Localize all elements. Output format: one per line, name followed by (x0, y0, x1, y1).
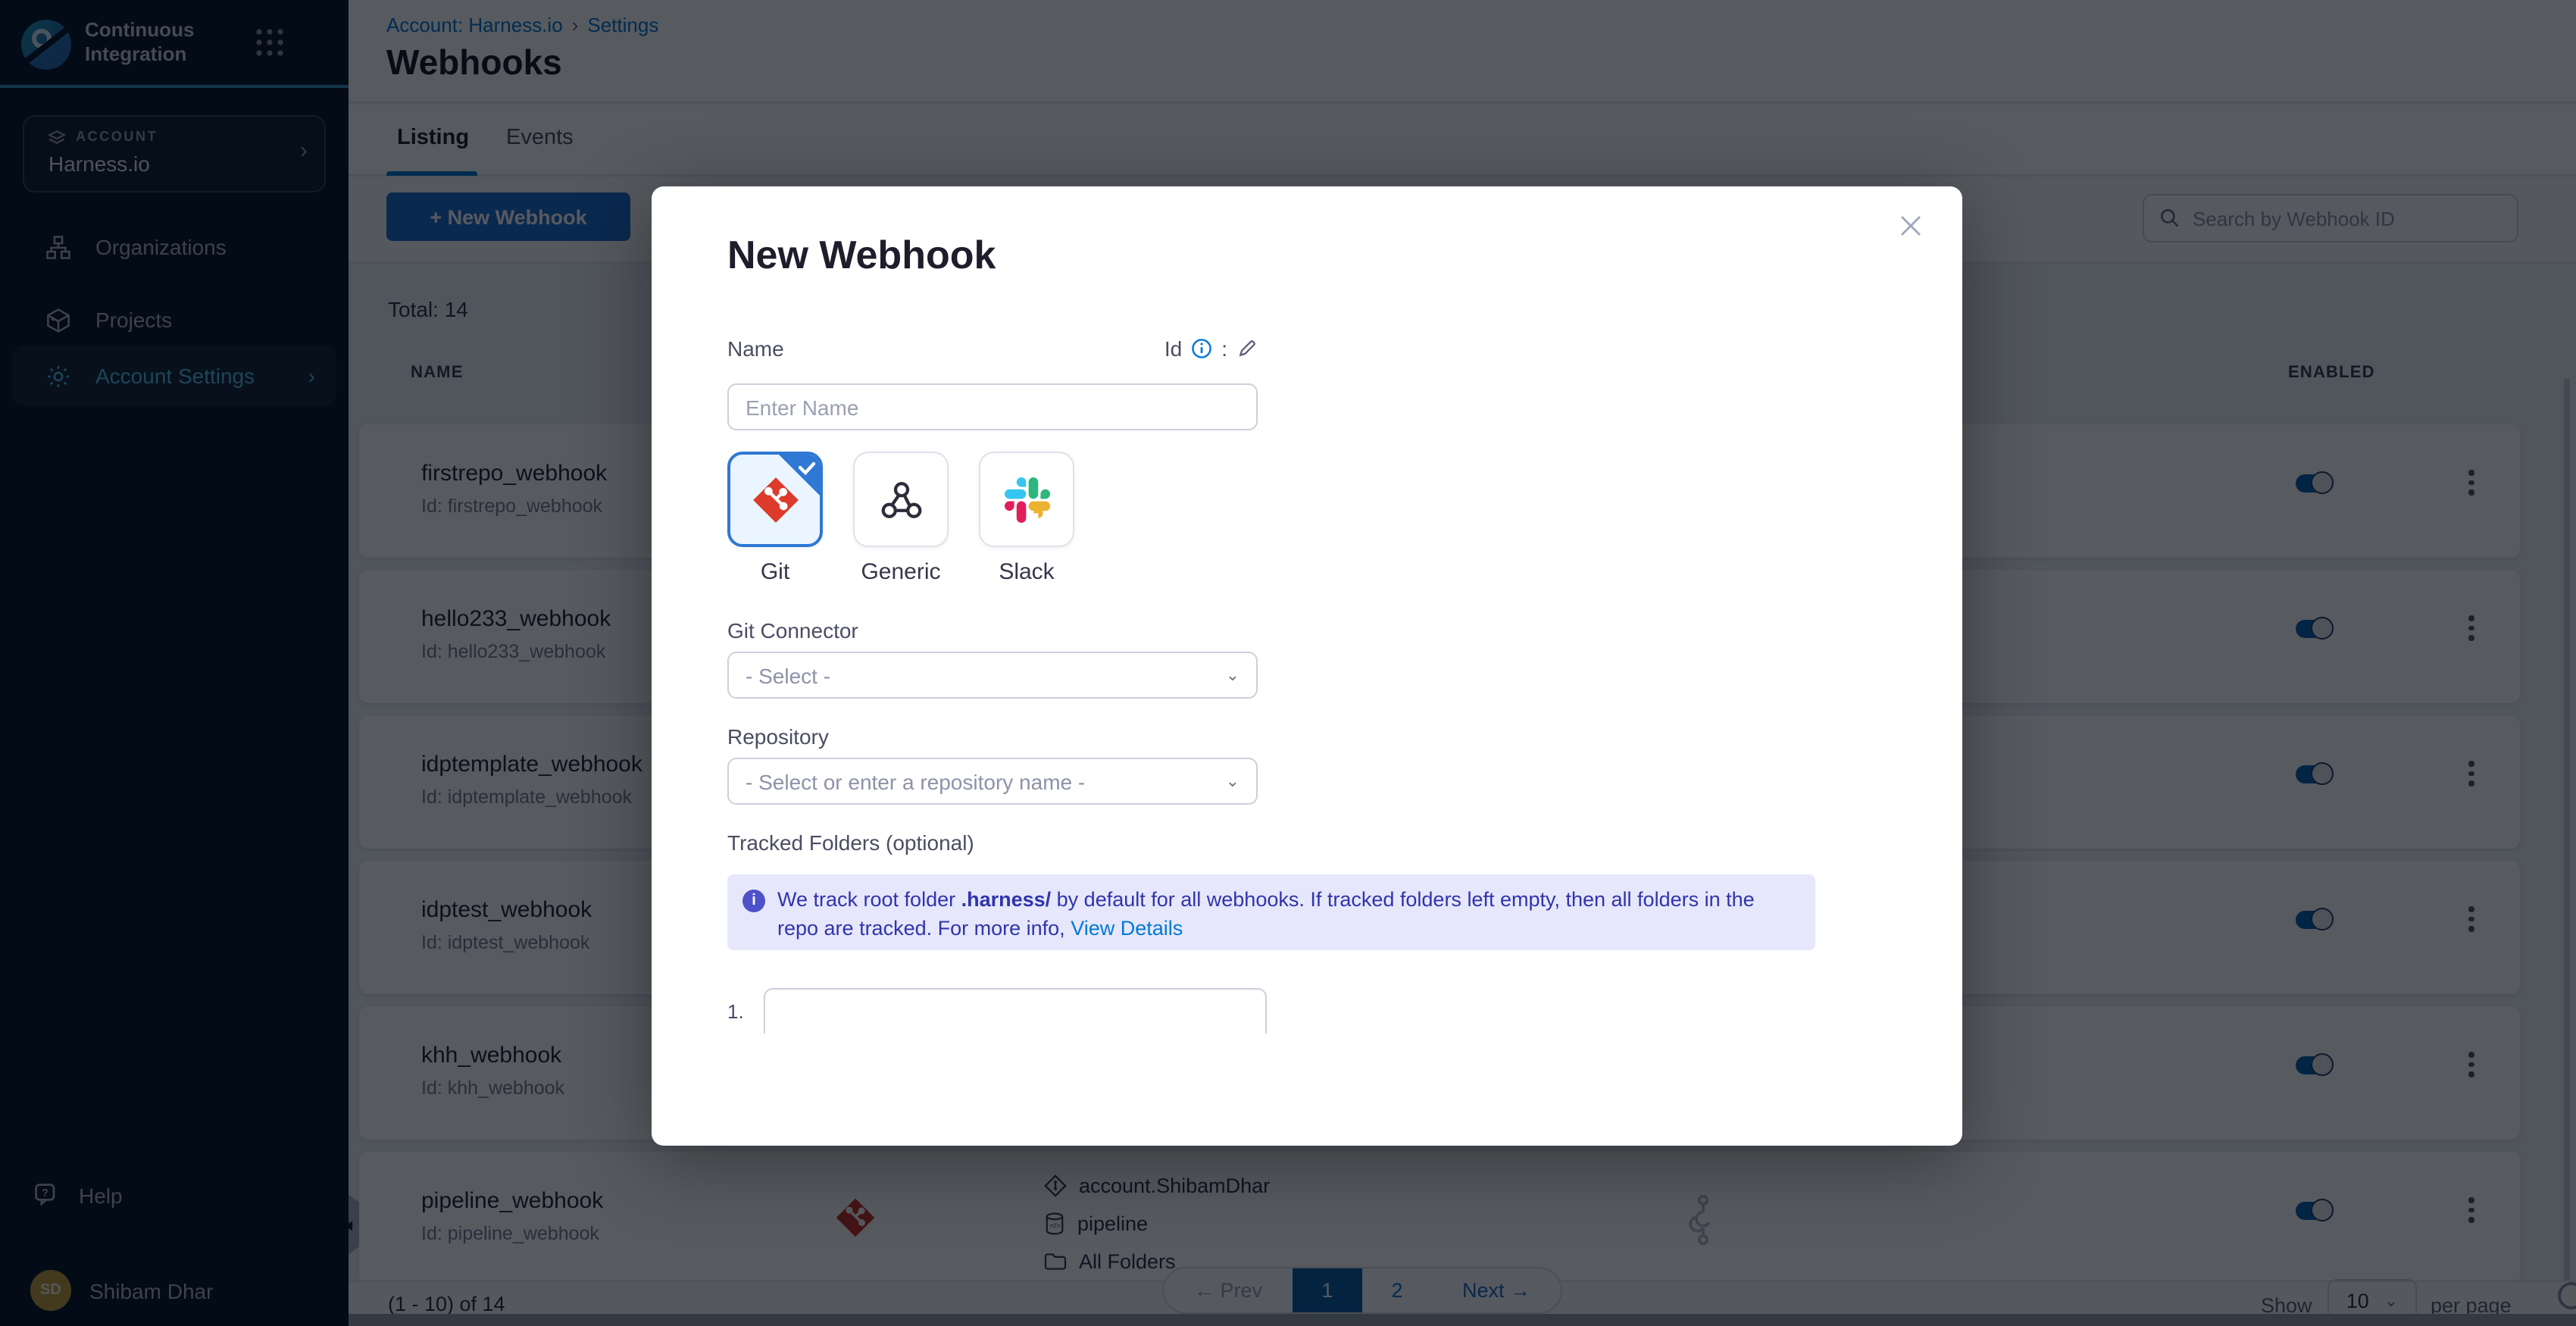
info-text-pre: We track root folder (777, 888, 961, 911)
edit-icon[interactable] (1236, 338, 1258, 359)
webhook-type-cards: Git Generic (727, 452, 1891, 585)
tracked-folders-info-banner: i We track root folder .harness/ by defa… (727, 874, 1815, 950)
tracked-folder-input[interactable] (764, 988, 1267, 1034)
modal-title: New Webhook (727, 232, 996, 279)
name-label: Name (727, 336, 784, 361)
new-webhook-modal: New Webhook Name Id : (652, 186, 1962, 1146)
type-card-generic[interactable]: Generic (853, 452, 949, 585)
type-label-git: Git (727, 559, 823, 585)
close-icon[interactable] (1896, 211, 1926, 241)
git-connector-select[interactable]: - Select - ⌄ (727, 652, 1258, 699)
info-icon[interactable] (1191, 338, 1212, 359)
type-label-slack: Slack (979, 559, 1074, 585)
type-card-slack[interactable]: Slack (979, 452, 1074, 585)
check-icon (779, 455, 820, 496)
tracked-folder-row: 1. (727, 988, 1891, 1034)
type-label-generic: Generic (853, 559, 949, 585)
repository-value: - Select or enter a repository name - (746, 769, 1085, 793)
chevron-down-icon: ⌄ (1226, 665, 1240, 685)
info-badge-icon: i (742, 890, 765, 912)
git-connector-value: - Select - (746, 663, 830, 687)
app-window: Account: Harness.io›Settings Webhooks Li… (0, 0, 2576, 1326)
id-label: Id (1165, 336, 1182, 361)
folder-index: 1. (727, 999, 744, 1022)
webhook-generic-icon (878, 477, 924, 522)
slack-icon (1004, 477, 1049, 522)
type-card-git[interactable]: Git (727, 452, 823, 585)
chevron-down-icon: ⌄ (1226, 771, 1240, 791)
info-text-bold: .harness/ (961, 888, 1052, 911)
repository-select[interactable]: - Select or enter a repository name - ⌄ (727, 758, 1258, 805)
modal-form-scroll-area: Name Id : (727, 336, 1891, 1043)
id-colon: : (1221, 336, 1227, 361)
git-connector-label: Git Connector (727, 618, 1891, 643)
webhook-name-input[interactable] (727, 383, 1258, 430)
view-details-link[interactable]: View Details (1071, 917, 1183, 940)
tracked-folders-label: Tracked Folders (optional) (727, 830, 1891, 855)
repository-label: Repository (727, 724, 1891, 749)
